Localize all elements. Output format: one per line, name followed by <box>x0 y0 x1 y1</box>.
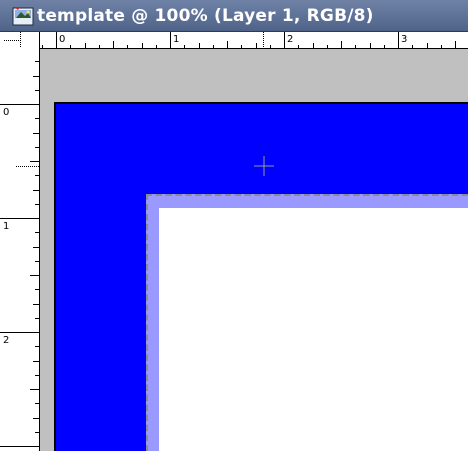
photoshop-document-icon <box>12 7 34 26</box>
ruler-top-label: 2 <box>287 34 293 45</box>
document-title-bar[interactable]: template @ 100% (Layer 1, RGB/8) <box>0 0 468 32</box>
horizontal-ruler[interactable]: 0 1 2 3 <box>0 32 468 49</box>
ruler-left-label: 0 <box>3 107 9 118</box>
selection-marquee[interactable] <box>146 194 468 451</box>
ruler-left-label: 1 <box>3 221 9 232</box>
vertical-ruler[interactable]: 0 1 2 <box>0 49 40 451</box>
ruler-top-label: 3 <box>401 34 407 45</box>
ruler-left-label: 2 <box>3 335 9 346</box>
ruler-top-label: 0 <box>59 34 65 45</box>
ruler-top-label: 1 <box>173 34 179 45</box>
crosshair-icon <box>254 156 274 176</box>
window-title: template @ 100% (Layer 1, RGB/8) <box>37 6 374 26</box>
